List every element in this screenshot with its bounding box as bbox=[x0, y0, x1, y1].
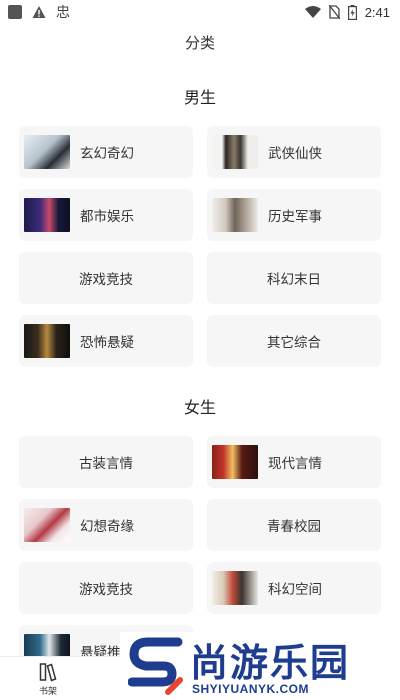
category-card-youxi-female[interactable]: 游戏竞技 bbox=[19, 562, 193, 614]
category-card-qita[interactable]: 其它综合 bbox=[207, 315, 381, 367]
category-label: 现代言情 bbox=[268, 456, 322, 472]
battery-charging-icon bbox=[347, 4, 357, 20]
category-card-xuanhuan[interactable]: 玄幻奇幻 bbox=[19, 126, 193, 178]
book-cover-image bbox=[212, 135, 258, 169]
status-bar-left: 忠 bbox=[8, 2, 70, 22]
tab-bookshelf-label: 书架 bbox=[38, 686, 57, 697]
watermark: 尚游乐园 SHYIYUANYK.COM bbox=[120, 632, 400, 700]
brand-logo-icon bbox=[128, 637, 183, 695]
category-label: 古装言情 bbox=[79, 456, 133, 472]
category-label: 历史军事 bbox=[268, 209, 322, 225]
book-cover-image bbox=[24, 324, 70, 358]
category-card-wuxia[interactable]: 武侠仙侠 bbox=[207, 126, 381, 178]
category-card-qingchun[interactable]: 青春校园 bbox=[207, 499, 381, 551]
book-cover-image bbox=[212, 198, 258, 232]
page-title: 分类 bbox=[184, 34, 215, 52]
app-notification-icon: 忠 bbox=[56, 5, 70, 21]
watermark-brand-en: SHYIYUANYK.COM bbox=[192, 682, 310, 696]
category-card-kehuan-kongjian[interactable]: 科幻空间 bbox=[207, 562, 381, 614]
category-card-kongbu[interactable]: 恐怖悬疑 bbox=[19, 315, 193, 367]
book-cover-image bbox=[24, 508, 70, 542]
category-card-youxi[interactable]: 游戏竞技 bbox=[19, 252, 193, 304]
warning-icon bbox=[32, 6, 46, 18]
category-card-guzhuang[interactable]: 古装言情 bbox=[19, 436, 193, 488]
clock: 2:41 bbox=[364, 4, 390, 20]
category-card-dushi[interactable]: 都市娱乐 bbox=[19, 189, 193, 241]
category-label: 青春校园 bbox=[267, 519, 321, 535]
category-label: 游戏竞技 bbox=[79, 272, 133, 288]
bookshelf-icon bbox=[39, 662, 57, 681]
category-label: 都市娱乐 bbox=[80, 209, 134, 225]
watermark-brand-cn: 尚游乐园 bbox=[190, 641, 351, 685]
book-cover-image bbox=[212, 571, 258, 605]
section-title-female: 女生 bbox=[183, 398, 216, 417]
category-label: 玄幻奇幻 bbox=[80, 146, 134, 162]
status-bar-right: 2:41 bbox=[304, 4, 390, 20]
book-cover-image bbox=[24, 198, 70, 232]
category-label: 科幻末日 bbox=[267, 272, 321, 288]
notification-square-icon bbox=[8, 5, 22, 19]
wifi-icon bbox=[304, 6, 321, 18]
category-label: 幻想奇缘 bbox=[80, 519, 134, 535]
status-bar: 忠 2:41 bbox=[0, 0, 400, 24]
category-label: 武侠仙侠 bbox=[268, 146, 322, 162]
section-title-male: 男生 bbox=[183, 88, 216, 107]
category-label: 恐怖悬疑 bbox=[80, 335, 134, 351]
category-card-xiandai[interactable]: 现代言情 bbox=[207, 436, 381, 488]
category-label: 其它综合 bbox=[267, 335, 321, 351]
tab-bookshelf[interactable]: 书架 bbox=[20, 659, 76, 699]
category-label: 游戏竞技 bbox=[79, 582, 133, 598]
category-card-kehuan[interactable]: 科幻末日 bbox=[207, 252, 381, 304]
category-card-huanxiang[interactable]: 幻想奇缘 bbox=[19, 499, 193, 551]
category-label: 科幻空间 bbox=[268, 582, 322, 598]
book-cover-image bbox=[24, 135, 70, 169]
book-cover-image bbox=[212, 445, 258, 479]
category-card-lishi[interactable]: 历史军事 bbox=[207, 189, 381, 241]
no-sim-icon bbox=[328, 5, 340, 19]
